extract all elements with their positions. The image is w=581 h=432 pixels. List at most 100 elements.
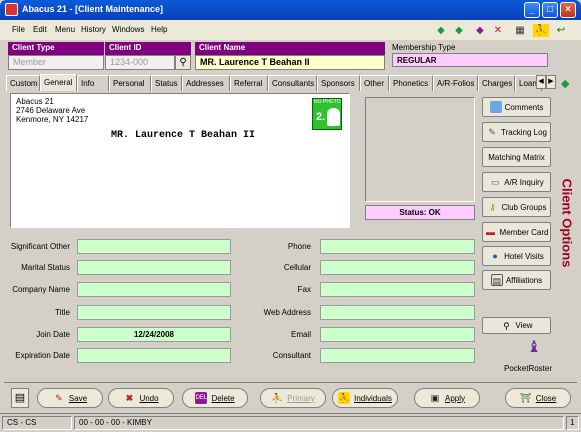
apply-label: Apply: [444, 393, 465, 403]
cellular-field[interactable]: [320, 260, 475, 275]
delete-button[interactable]: DEL Delete: [182, 388, 248, 408]
close-button[interactable]: ⛩ Close: [505, 388, 571, 408]
web-address-field[interactable]: [320, 305, 475, 320]
email-label: Email: [290, 330, 311, 339]
tab-other[interactable]: Other: [360, 75, 389, 91]
client-id-field[interactable]: 1234-000: [105, 55, 175, 70]
consultant-field[interactable]: [320, 348, 475, 363]
menu-windows[interactable]: Windows: [112, 25, 144, 34]
tab-scroll-left-icon[interactable]: ◀: [536, 75, 546, 89]
forward-arrow-icon[interactable]: ◆: [451, 24, 467, 37]
calculator-icon[interactable]: ▦: [512, 24, 528, 37]
status-bar: CS - CS 00 - 00 - 00 - KIMBY 1: [0, 413, 581, 432]
gem-icon[interactable]: ◆: [472, 24, 488, 37]
client-type-field[interactable]: Member: [8, 55, 104, 70]
tab-sponsors[interactable]: Sponsors: [317, 75, 360, 91]
save-icon: ✎: [55, 393, 63, 403]
client-name-field[interactable]: MR. Laurence T Beahan II: [195, 55, 385, 70]
tab-general[interactable]: General: [40, 74, 77, 91]
company-name-field[interactable]: [77, 282, 231, 297]
tracking-log-button[interactable]: ✎ Tracking Log: [482, 122, 551, 142]
menu-menu[interactable]: Menu: [55, 25, 75, 34]
app-icon: [5, 3, 18, 16]
menu-file[interactable]: File: [12, 25, 25, 34]
person-silhouette-icon: [327, 108, 340, 126]
exit-door-icon: ⛩: [520, 393, 532, 403]
individuals-button[interactable]: ⛹ Individuals: [332, 388, 398, 408]
search-icon[interactable]: ⚲: [175, 55, 191, 70]
view-label: View: [515, 321, 533, 330]
hotel-visits-label: Hotel Visits: [504, 251, 544, 261]
photo-badge-number: 2.: [316, 111, 326, 123]
photo-badge[interactable]: NO PHOTO 2.: [312, 98, 342, 130]
wizard-icon[interactable]: ♝: [524, 337, 544, 359]
tab-custom[interactable]: Custom: [6, 75, 40, 91]
ar-inquiry-button[interactable]: ▭ A/R Inquiry: [482, 172, 551, 192]
menu-help[interactable]: Help: [151, 25, 167, 34]
comments-icon: [489, 101, 502, 113]
back-arrow-icon[interactable]: ◆: [433, 24, 449, 37]
exit-icon[interactable]: ↩: [553, 24, 569, 37]
save-label: Save: [68, 393, 88, 403]
web-address-label: Web Address: [263, 308, 311, 317]
significant-other-field[interactable]: [77, 239, 231, 254]
tab-referral[interactable]: Referral: [230, 75, 268, 91]
refresh-icon[interactable]: ◆: [561, 77, 569, 90]
apply-button[interactable]: ▣ Apply: [414, 388, 480, 408]
status-badge: Status: OK: [365, 205, 475, 220]
client-type-label: Client Type: [8, 42, 104, 55]
primary-label: Primary: [287, 393, 315, 403]
email-field[interactable]: [320, 327, 475, 342]
tab-scroll-right-icon[interactable]: ▶: [546, 75, 556, 89]
club-groups-label: Club Groups: [501, 202, 547, 212]
member-card-button[interactable]: ▬ Member Card: [482, 222, 551, 242]
tab-info[interactable]: Info: [77, 75, 109, 91]
marital-status-field[interactable]: [77, 260, 231, 275]
tab-charges[interactable]: Charges: [478, 75, 515, 91]
matching-matrix-button[interactable]: Matching Matrix: [482, 147, 551, 167]
menu-edit[interactable]: Edit: [33, 25, 47, 34]
comments-button[interactable]: Comments: [482, 97, 551, 117]
affiliations-label: Affiliations: [505, 275, 543, 285]
primary-icon: ⛹: [271, 393, 283, 403]
maximize-button[interactable]: □: [542, 2, 558, 18]
title-field[interactable]: [77, 305, 231, 320]
comments-label: Comments: [504, 102, 544, 112]
undo-button[interactable]: ✖ Undo: [108, 388, 174, 408]
document-icon[interactable]: ▤: [11, 388, 29, 408]
view-button[interactable]: ⚲ View: [482, 317, 551, 334]
address-line-2: 2746 Delaware Ave: [16, 106, 86, 115]
tab-phonetics[interactable]: Phonetics: [389, 75, 433, 91]
join-date-label: Join Date: [36, 330, 70, 339]
individuals-icon: ⛹: [338, 392, 351, 404]
member-card-label: Member Card: [499, 227, 549, 237]
phone-field[interactable]: [320, 239, 475, 254]
running-man-icon[interactable]: ⛹: [533, 24, 549, 37]
address-line-3: Kenmore, NY 14217: [16, 115, 89, 124]
key-icon: ⚷: [489, 202, 496, 212]
fax-field[interactable]: [320, 282, 475, 297]
menu-history[interactable]: History: [81, 25, 106, 34]
affiliations-button[interactable]: ▤ Affiliations: [482, 270, 551, 290]
significant-other-label: Significant Other: [10, 242, 70, 251]
tab-personal[interactable]: Personal: [109, 75, 151, 91]
hotel-visits-button[interactable]: ● Hotel Visits: [482, 246, 551, 266]
club-groups-button[interactable]: ⚷ Club Groups: [482, 197, 551, 217]
primary-button[interactable]: ⛹ Primary: [260, 388, 326, 408]
tab-addresses[interactable]: Addresses: [182, 75, 230, 91]
tab-ar-folios[interactable]: A/R-Folios: [433, 75, 478, 91]
close-window-button[interactable]: ×: [560, 2, 576, 18]
tab-status[interactable]: Status: [151, 75, 182, 91]
minimize-button[interactable]: _: [524, 2, 540, 18]
close-label: Close: [535, 393, 557, 403]
car-icon: ▭: [490, 177, 500, 187]
tab-consultants[interactable]: Consultants: [268, 75, 317, 91]
membership-type-field[interactable]: REGULAR: [392, 53, 548, 67]
client-options-label: Client Options: [559, 178, 575, 268]
expiration-date-field[interactable]: [77, 348, 231, 363]
tools-icon[interactable]: ✕: [490, 24, 506, 37]
fax-label: Fax: [297, 285, 311, 294]
join-date-field[interactable]: 12/24/2008: [77, 327, 231, 342]
save-button[interactable]: ✎ Save: [37, 388, 103, 408]
title-bar: Abacus 21 - [Client Maintenance] _ □ ×: [0, 0, 581, 20]
